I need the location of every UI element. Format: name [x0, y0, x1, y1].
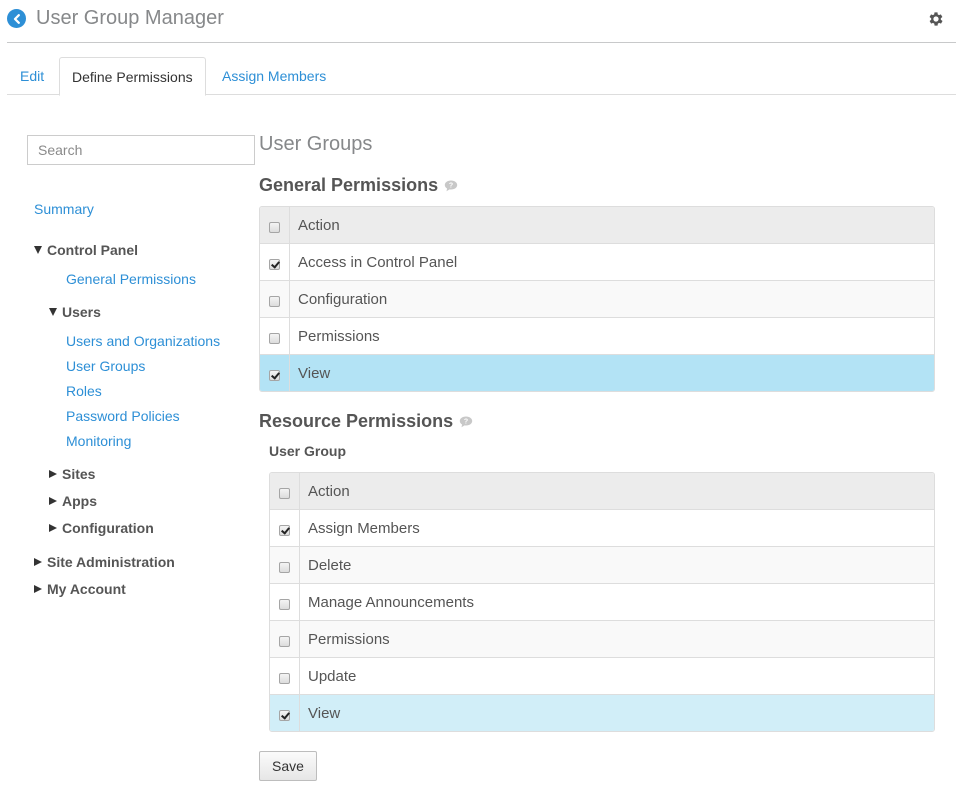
table-row: Permissions	[270, 620, 934, 657]
row-checkbox[interactable]	[269, 295, 280, 307]
caret-right-icon	[34, 558, 42, 566]
checkbox-cell	[270, 547, 300, 583]
nav-apps[interactable]: Apps	[49, 493, 97, 509]
row-label: Delete	[308, 556, 352, 574]
table-header-row: Action	[260, 207, 934, 243]
checkbox-cell	[270, 510, 300, 546]
caret-right-icon	[49, 497, 57, 505]
row-label: Update	[308, 667, 357, 685]
resource-permissions-table: Action Assign Members Delete Manage Anno…	[269, 472, 935, 732]
row-label: View	[298, 364, 331, 382]
table-row: Access in Control Panel	[260, 243, 934, 280]
nav-user-groups[interactable]: User Groups	[66, 358, 145, 374]
nav-users[interactable]: Users	[49, 304, 101, 320]
checkbox-cell	[260, 244, 290, 280]
nav-general-permissions[interactable]: General Permissions	[66, 271, 196, 287]
checkbox-cell	[270, 584, 300, 620]
tab-bar: Edit Define Permissions Assign Members	[7, 57, 956, 96]
resource-subheading: User Group	[269, 443, 347, 459]
checkbox-cell	[270, 621, 300, 657]
row-checkbox[interactable]	[269, 258, 280, 270]
nav-configuration-label: Configuration	[62, 520, 154, 536]
resource-permissions-heading: Resource Permissions ?	[259, 411, 473, 432]
section-title: User Groups	[259, 133, 373, 155]
table-row: Update	[270, 657, 934, 694]
checkbox-cell	[270, 695, 300, 731]
row-checkbox[interactable]	[279, 524, 290, 536]
row-checkbox[interactable]	[269, 332, 280, 344]
nav-apps-label: Apps	[62, 493, 97, 509]
nav-password-policies[interactable]: Password Policies	[66, 408, 180, 424]
page-title: User Group Manager	[36, 7, 224, 29]
row-label: View	[308, 704, 341, 722]
nav-control-panel[interactable]: Control Panel	[34, 242, 138, 258]
row-label: Permissions	[298, 327, 380, 345]
select-all-checkbox[interactable]	[269, 221, 280, 233]
svg-text:?: ?	[449, 182, 453, 189]
gear-icon[interactable]	[927, 10, 945, 28]
table-row: View	[260, 354, 934, 391]
row-checkbox[interactable]	[279, 598, 290, 610]
nav-monitoring[interactable]: Monitoring	[66, 433, 131, 449]
general-permissions-table: Action Access in Control Panel Configura…	[259, 206, 935, 392]
checkbox-cell	[260, 355, 290, 391]
help-icon[interactable]: ?	[459, 416, 473, 428]
resource-permissions-heading-text: Resource Permissions	[259, 411, 454, 431]
row-label: Configuration	[298, 290, 388, 308]
column-header-action: Action	[308, 482, 350, 500]
row-label: Assign Members	[308, 519, 420, 537]
tab-assign-members[interactable]: Assign Members	[210, 57, 338, 95]
table-row: Delete	[270, 546, 934, 583]
checkbox-cell	[260, 281, 290, 317]
save-button[interactable]: Save	[259, 751, 317, 781]
general-permissions-heading-text: General Permissions	[259, 175, 439, 195]
checkbox-cell	[270, 473, 300, 509]
app-header: User Group Manager	[7, 0, 956, 43]
nav-users-and-organizations[interactable]: Users and Organizations	[66, 333, 220, 349]
row-checkbox[interactable]	[279, 672, 290, 684]
nav-sites[interactable]: Sites	[49, 466, 95, 482]
table-row: Assign Members	[270, 509, 934, 546]
checkbox-cell	[270, 658, 300, 694]
table-row: Permissions	[260, 317, 934, 354]
nav-roles[interactable]: Roles	[66, 383, 102, 399]
row-checkbox[interactable]	[269, 369, 280, 381]
nav-my-account[interactable]: My Account	[34, 581, 126, 597]
search-input[interactable]	[27, 135, 255, 165]
checkbox-cell	[260, 318, 290, 354]
chevron-left-icon	[13, 13, 20, 24]
back-button[interactable]	[7, 9, 26, 28]
row-checkbox[interactable]	[279, 635, 290, 647]
svg-text:?: ?	[464, 418, 468, 425]
tab-define-permissions[interactable]: Define Permissions	[59, 57, 206, 96]
tab-edit[interactable]: Edit	[8, 57, 56, 95]
nav-control-panel-label: Control Panel	[47, 242, 139, 258]
row-label: Access in Control Panel	[298, 253, 458, 271]
table-row: Configuration	[260, 280, 934, 317]
nav-site-administration-label: Site Administration	[47, 554, 175, 570]
caret-down-icon	[49, 308, 57, 316]
nav-sites-label: Sites	[62, 466, 96, 482]
caret-right-icon	[34, 585, 42, 593]
nav-my-account-label: My Account	[47, 581, 126, 597]
help-icon[interactable]: ?	[444, 180, 458, 192]
general-permissions-heading: General Permissions ?	[259, 175, 458, 196]
nav-site-administration[interactable]: Site Administration	[34, 554, 175, 570]
select-all-checkbox[interactable]	[279, 487, 290, 499]
table-row: View	[270, 694, 934, 731]
table-header-row: Action	[270, 473, 934, 509]
caret-right-icon	[49, 524, 57, 532]
nav-users-label: Users	[62, 304, 101, 320]
nav-configuration[interactable]: Configuration	[49, 520, 154, 536]
row-label: Permissions	[308, 630, 390, 648]
nav-summary[interactable]: Summary	[34, 201, 94, 217]
caret-down-icon	[34, 246, 42, 254]
row-checkbox[interactable]	[279, 709, 290, 721]
row-checkbox[interactable]	[279, 561, 290, 573]
checkbox-cell	[260, 207, 290, 243]
row-label: Manage Announcements	[308, 593, 474, 611]
caret-right-icon	[49, 470, 57, 478]
table-row: Manage Announcements	[270, 583, 934, 620]
column-header-action: Action	[298, 216, 340, 234]
